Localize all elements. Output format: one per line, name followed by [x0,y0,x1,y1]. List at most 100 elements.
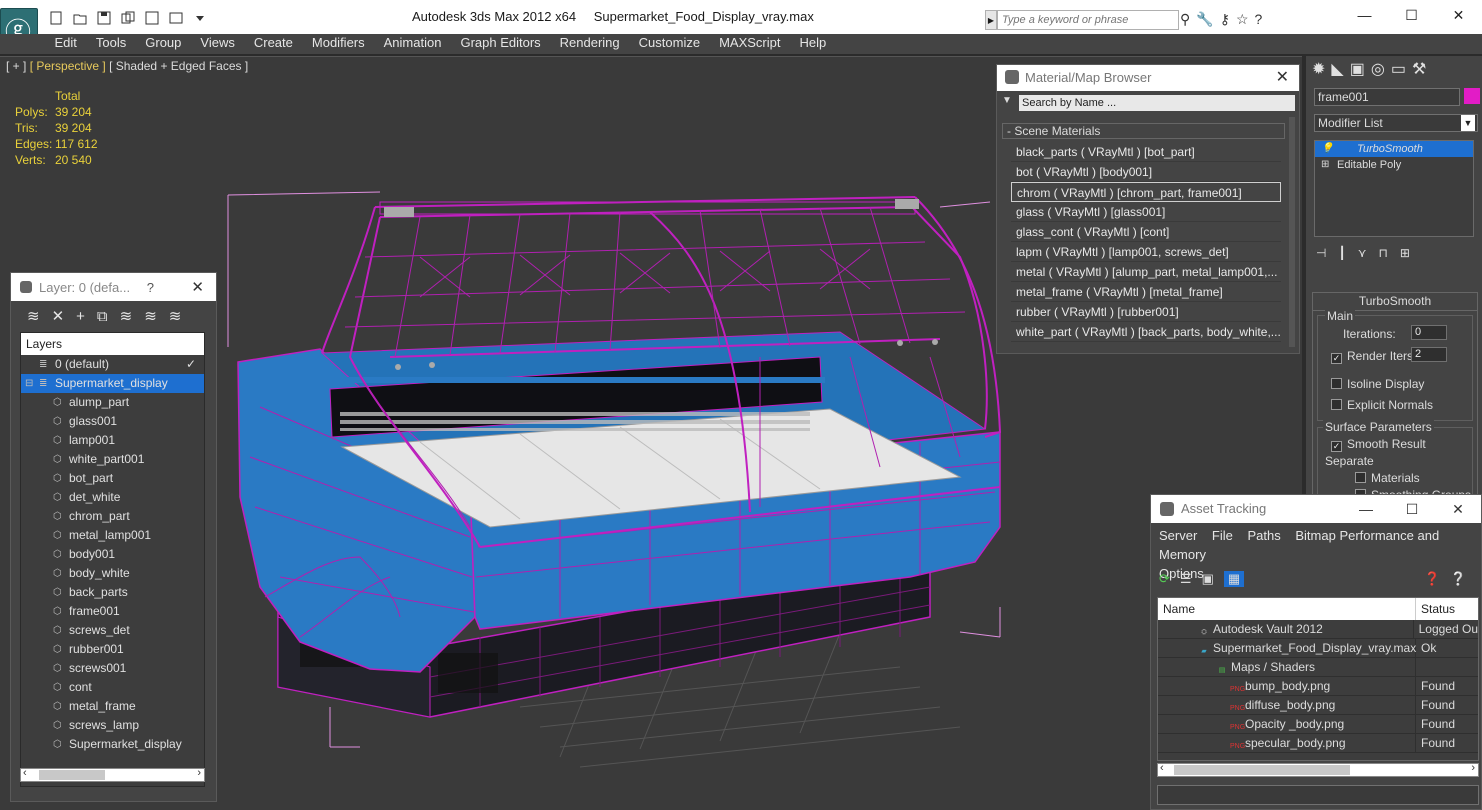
asset-row[interactable]: PNGdiffuse_body.png Found [1158,696,1478,715]
asset-row[interactable]: ▰ Supermarket_Food_Display_vray.max Ok [1158,639,1478,658]
wrench-icon[interactable]: 🔧 [1196,11,1213,28]
menu-animation[interactable]: Animation [374,34,451,54]
material-item[interactable]: chrom ( VRayMtl ) [chrom_part, frame001] [1011,182,1281,202]
active-layer-check-icon[interactable]: ✓ [186,355,196,374]
toolbar-dropdown-icon[interactable] [190,9,210,27]
layer-object-row[interactable]: ⬡ cont [21,678,204,697]
viewport-label[interactable]: [ + ] [ Perspective ] [ Shaded + Edged F… [6,59,248,73]
open-file-icon[interactable] [70,9,90,27]
object-color-swatch[interactable] [1464,88,1480,104]
asset-row[interactable]: ⛭ Autodesk Vault 2012 Logged Ou [1158,620,1478,639]
expand-icon[interactable]: ⊞ [1321,157,1329,173]
help-icon[interactable]: ? [1255,11,1263,28]
menu-group[interactable]: Group [136,34,191,54]
refresh-icon[interactable]: ⟳ [1159,571,1170,587]
scroll-thumb[interactable] [39,770,105,780]
asset-row[interactable]: PNGOpacity _body.png Found [1158,715,1478,734]
scene-materials-group[interactable]: - Scene Materials [1002,123,1285,139]
material-item[interactable]: white_part ( VRayMtl ) [back_parts, body… [1011,322,1281,342]
search-expand-icon[interactable]: ▶ [985,10,997,30]
layer-object-row[interactable]: ⬡ glass001 [21,412,204,431]
material-item[interactable]: glass ( VRayMtl ) [glass001] [1011,202,1281,222]
thumbnail-view-icon[interactable]: ▣ [1202,571,1214,587]
layer-manager-titlebar[interactable]: Layer: 0 (defa... ? ✕ [11,273,216,301]
remove-modifier-icon[interactable]: ⊓ [1378,246,1387,260]
at-menu-server[interactable]: Server [1159,528,1197,543]
layer-object-row[interactable]: ⬡ metal_lamp001 [21,526,204,545]
layer-object-row[interactable]: ⬡ body001 [21,545,204,564]
close-icon[interactable]: ✕ [191,278,204,296]
table-view-icon[interactable]: ▦ [1223,571,1245,587]
smooth-result-checkbox[interactable]: ✓ Smooth Result [1331,437,1426,452]
make-unique-icon[interactable]: ⋎ [1358,246,1367,260]
hide-all-icon[interactable]: ≋ [144,307,157,325]
vault-help-icon[interactable]: ❓ [1424,571,1440,587]
stack-item-editable-poly[interactable]: ⊞ Editable Poly [1315,157,1473,173]
asset-row[interactable]: PNGspecular_body.png Found [1158,734,1478,753]
asset-row[interactable]: PNGbump_body.png Found [1158,677,1478,696]
material-item[interactable]: bot ( VRayMtl ) [body001] [1011,162,1281,182]
material-item[interactable]: lapm ( VRayMtl ) [lamp001, screws_det] [1011,242,1281,262]
asset-tracking-titlebar[interactable]: Asset Tracking — ☐ ✕ [1151,495,1481,523]
at-menu-file[interactable]: File [1212,528,1233,543]
layer-object-row[interactable]: ⬡ screws_lamp [21,716,204,735]
pin-stack-icon[interactable]: ⊣ [1316,246,1326,260]
create-layer-icon[interactable]: ≋ [27,307,40,325]
configure-sets-icon[interactable]: ⊞ [1400,246,1410,260]
help-icon[interactable]: ❔ [1450,571,1466,587]
menu-graph-editors[interactable]: Graph Editors [451,34,550,54]
redo-icon[interactable] [142,9,162,27]
menu-modifiers[interactable]: Modifiers [302,34,374,54]
render-iters-spinner[interactable]: 2 [1411,347,1447,362]
menu-customize[interactable]: Customize [629,34,709,54]
create-tab-icon[interactable]: ✹ [1312,59,1325,79]
undo-icon[interactable] [118,9,138,27]
binoculars-icon[interactable]: ⚲ [1180,11,1190,28]
at-menu-bitmap[interactable]: Bitmap Performance and Memory [1159,528,1439,562]
render-iters-row[interactable]: ✓ Render Iters: [1331,349,1416,364]
asset-path-field[interactable] [1157,785,1479,805]
close-icon[interactable]: ✕ [1276,65,1289,91]
stack-item-turbosmooth[interactable]: 💡 TurboSmooth [1315,141,1473,157]
lightbulb-icon[interactable]: 💡 [1321,141,1333,157]
material-item[interactable]: metal ( VRayMtl ) [alump_part, metal_lam… [1011,262,1281,282]
delete-layer-icon[interactable]: ✕ [52,307,65,325]
object-name-field[interactable]: frame001 [1314,88,1460,106]
list-view-icon[interactable]: ☰ [1180,571,1192,587]
scroll-left-icon[interactable]: ‹ [1160,762,1164,774]
star-icon[interactable]: ☆ [1236,11,1249,28]
menu-views[interactable]: Views [191,34,244,54]
highlight-layer-icon[interactable]: ≋ [120,307,133,325]
layer-object-row[interactable]: ⬡ screws001 [21,659,204,678]
layer-default[interactable]: ≣ 0 (default) ✓ [21,355,204,374]
material-item[interactable]: glass_cont ( VRayMtl ) [cont] [1011,222,1281,242]
horizontal-scrollbar[interactable]: ‹ › [1157,762,1479,777]
menu-tools[interactable]: Tools [86,34,135,54]
chevron-down-icon[interactable]: ▼ [1461,115,1475,131]
asset-row[interactable]: ▤ Maps / Shaders [1158,658,1478,677]
layer-object-row[interactable]: ⬡ rubber001 [21,640,204,659]
menu-create[interactable]: Create [244,34,302,54]
close-button[interactable]: ✕ [1435,495,1481,523]
minimize-button[interactable]: — [1343,495,1389,523]
layer-object-row[interactable]: ⬡ back_parts [21,583,204,602]
add-to-layer-icon[interactable]: + [76,308,85,325]
iterations-spinner[interactable]: 0 [1411,325,1447,340]
layer-object-row[interactable]: ⬡ bot_part [21,469,204,488]
show-end-result-icon[interactable]: ┃ [1338,246,1345,260]
at-menu-paths[interactable]: Paths [1248,528,1281,543]
layer-supermarket-display[interactable]: ⊟ ≣ Supermarket_display ☐ [21,374,204,393]
hierarchy-tab-icon[interactable]: ▣ [1350,59,1365,79]
keyword-search-input[interactable] [997,10,1179,30]
menu-help[interactable]: Help [790,34,836,54]
isoline-display-checkbox[interactable]: Isoline Display [1331,377,1424,391]
motion-tab-icon[interactable]: ◎ [1371,59,1385,79]
save-file-icon[interactable] [94,9,114,27]
scroll-right-icon[interactable]: › [197,767,201,779]
new-file-icon[interactable] [46,9,66,27]
name-column-header[interactable]: Name [1158,598,1416,620]
display-tab-icon[interactable]: ▭ [1391,59,1406,79]
select-objects-icon[interactable]: ⧉ [97,308,108,325]
help-icon[interactable]: ? [147,280,154,295]
options-menu-icon[interactable]: ▼ [1002,95,1012,106]
